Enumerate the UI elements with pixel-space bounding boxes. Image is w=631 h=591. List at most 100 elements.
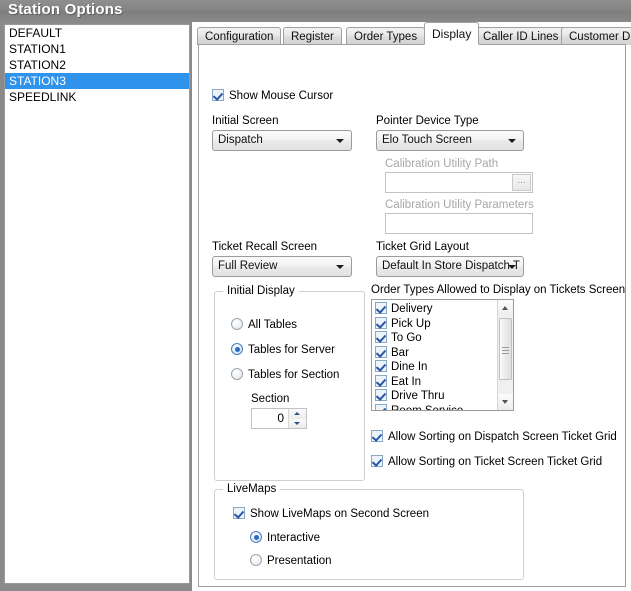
browse-button[interactable]: ... (512, 174, 531, 191)
radio-icon (250, 554, 262, 566)
list-item-label: Pick Up (391, 317, 431, 330)
radio-tables-for-server[interactable]: Tables for Server (231, 343, 335, 356)
radio-all-tables[interactable]: All Tables (231, 318, 297, 331)
checkbox-icon (375, 374, 387, 387)
show-livemaps-checkbox[interactable]: Show LiveMaps on Second Screen (233, 507, 429, 520)
calibration-utility-parameters-label: Calibration Utility Parameters (385, 199, 534, 211)
radio-icon-selected (231, 343, 243, 355)
caret-down-icon (502, 400, 508, 404)
checkbox-icon (375, 331, 387, 343)
livemaps-group-title: LiveMaps (223, 483, 281, 495)
initial-screen-value: Dispatch (218, 134, 263, 146)
show-livemaps-label: Show LiveMaps on Second Screen (250, 508, 429, 520)
list-item-label: Bar (391, 346, 409, 359)
checkbox-icon (375, 345, 387, 358)
checkbox-icon (375, 389, 387, 401)
allow-sorting-dispatch-label: Allow Sorting on Dispatch Screen Ticket … (388, 431, 617, 443)
checkbox-icon (212, 89, 224, 101)
list-item[interactable]: SPEEDLINK (5, 89, 189, 105)
radio-presentation[interactable]: Presentation (250, 554, 332, 567)
display-tab-page: Show Mouse Cursor Initial Screen Dispatc… (198, 44, 626, 587)
tab-customer-display[interactable]: Customer Display (561, 27, 631, 45)
list-item-label: Delivery (391, 303, 433, 315)
radio-interactive-label: Interactive (267, 532, 321, 544)
allow-sorting-ticket-checkbox[interactable]: Allow Sorting on Ticket Screen Ticket Gr… (371, 455, 602, 468)
pointer-device-type-dropdown[interactable]: Elo Touch Screen (376, 130, 524, 151)
allow-sorting-ticket-label: Allow Sorting on Ticket Screen Ticket Gr… (388, 456, 603, 468)
checkbox-icon (375, 403, 387, 410)
initial-display-group: Initial Display All Tables Tables for Se… (214, 285, 365, 481)
list-item-label: Eat In (391, 375, 422, 388)
checkbox-icon (375, 360, 387, 372)
radio-icon-selected (250, 531, 262, 543)
radio-icon (231, 318, 243, 330)
radio-tables-for-server-label: Tables for Server (248, 344, 335, 356)
show-mouse-cursor-checkbox[interactable]: Show Mouse Cursor (212, 89, 333, 102)
show-mouse-cursor-label: Show Mouse Cursor (229, 90, 334, 102)
chevron-down-icon (508, 265, 516, 269)
pointer-device-type-label: Pointer Device Type (376, 115, 479, 127)
list-item[interactable]: Pick Up (375, 316, 496, 332)
list-item[interactable]: To Go (375, 331, 496, 346)
list-item-label: Room Service (391, 404, 464, 411)
ticket-recall-screen-value: Full Review (218, 260, 278, 272)
checkbox-icon (375, 302, 387, 314)
caret-up-icon (502, 306, 508, 310)
radio-all-tables-label: All Tables (248, 319, 298, 331)
calibration-utility-parameters-input[interactable] (385, 213, 533, 234)
allow-sorting-dispatch-checkbox[interactable]: Allow Sorting on Dispatch Screen Ticket … (371, 430, 617, 443)
caret-down-icon (294, 421, 300, 425)
tab-configuration[interactable]: Configuration (197, 27, 282, 45)
list-item[interactable]: STATION1 (5, 41, 189, 57)
list-item[interactable]: Delivery (375, 302, 496, 317)
radio-tables-for-section-label: Tables for Section (248, 369, 340, 381)
checkbox-icon (371, 430, 383, 442)
section-value: 0 (277, 411, 284, 425)
order-types-checklist[interactable]: Delivery Pick Up To Go Bar Dine In Eat I… (371, 299, 514, 411)
tab-order-types[interactable]: Order Types (346, 27, 426, 45)
grip-line (502, 347, 509, 348)
calibration-utility-path-input[interactable]: ... (385, 172, 533, 193)
chevron-down-icon (508, 139, 516, 143)
radio-presentation-label: Presentation (267, 555, 332, 567)
tab-host: Configuration Register Order Types Displ… (193, 22, 631, 591)
scrollbar-thumb[interactable] (499, 318, 512, 380)
tab-caller-id-lines[interactable]: Caller ID Lines (475, 27, 567, 45)
tab-register[interactable]: Register (283, 27, 342, 45)
stepper-down-button[interactable] (289, 418, 306, 428)
ticket-grid-layout-value: Default In Store Dispatch T (382, 260, 520, 272)
vertical-scrollbar[interactable] (497, 300, 513, 410)
scroll-down-button[interactable] (498, 394, 513, 410)
livemaps-group: LiveMaps Show LiveMaps on Second Screen … (214, 483, 524, 580)
list-item[interactable]: DEFAULT (5, 25, 189, 41)
list-item-label: Drive Thru (391, 390, 445, 402)
list-item[interactable]: Drive Thru (375, 389, 496, 404)
checkbox-icon (371, 455, 383, 467)
checkbox-icon (233, 507, 245, 519)
ticket-recall-screen-dropdown[interactable]: Full Review (212, 256, 352, 277)
ticket-grid-layout-dropdown[interactable]: Default In Store Dispatch T (376, 256, 524, 277)
caret-up-icon (294, 412, 300, 415)
list-item[interactable]: Bar (375, 345, 496, 361)
list-item[interactable]: Room Service (375, 403, 496, 411)
radio-icon (231, 368, 243, 380)
checkbox-icon (375, 316, 387, 329)
order-types-label: Order Types Allowed to Display on Ticket… (371, 284, 626, 296)
calibration-utility-path-label: Calibration Utility Path (385, 158, 499, 170)
scroll-up-button[interactable] (498, 300, 513, 316)
radio-interactive[interactable]: Interactive (250, 531, 320, 544)
initial-screen-dropdown[interactable]: Dispatch (212, 130, 352, 151)
list-item[interactable]: Eat In (375, 374, 496, 390)
ticket-grid-layout-label: Ticket Grid Layout (376, 241, 469, 253)
list-item-selected[interactable]: STATION3 (5, 73, 189, 89)
list-item[interactable]: STATION2 (5, 57, 189, 73)
initial-display-group-title: Initial Display (223, 285, 299, 297)
grip-line (502, 353, 509, 354)
section-label: Section (251, 393, 290, 405)
chevron-down-icon (336, 139, 344, 143)
section-stepper[interactable]: 0 (251, 408, 307, 429)
radio-tables-for-section[interactable]: Tables for Section (231, 368, 339, 381)
station-list[interactable]: DEFAULT STATION1 STATION2 STATION3 SPEED… (4, 24, 190, 584)
tab-display[interactable]: Display (424, 22, 480, 45)
list-item[interactable]: Dine In (375, 360, 496, 375)
